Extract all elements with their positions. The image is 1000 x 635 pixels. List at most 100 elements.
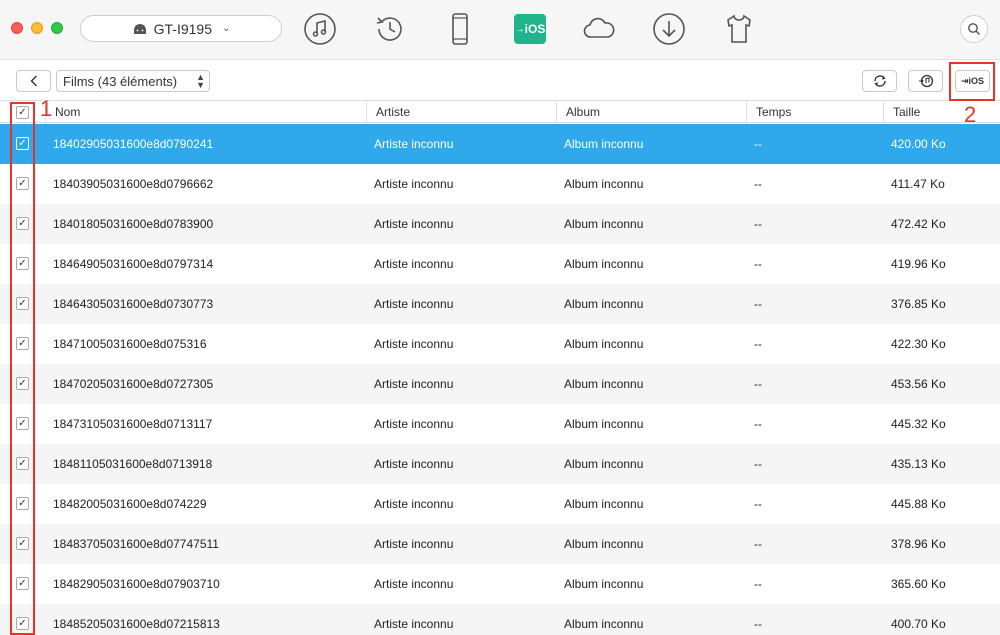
cell-time: -- bbox=[754, 137, 762, 151]
cell-album: Album inconnu bbox=[564, 337, 644, 351]
nav-device[interactable] bbox=[442, 11, 478, 47]
cell-artist: Artiste inconnu bbox=[374, 297, 454, 311]
cell-album: Album inconnu bbox=[564, 617, 644, 631]
cell-time: -- bbox=[754, 257, 762, 271]
table-row[interactable]: ✓ 18464305031600e8d0730773 Artiste incon… bbox=[0, 284, 1000, 324]
cell-size: 378.96 Ko bbox=[891, 537, 946, 551]
cell-size: 445.32 Ko bbox=[891, 417, 946, 431]
back-chevron-icon bbox=[30, 75, 37, 87]
cell-name: 18464905031600e8d0797314 bbox=[53, 257, 214, 271]
column-header-size[interactable]: Taille bbox=[893, 105, 920, 119]
tshirt-icon bbox=[727, 14, 751, 43]
cell-artist: Artiste inconnu bbox=[374, 217, 454, 231]
cell-time: -- bbox=[754, 217, 762, 231]
search-button[interactable] bbox=[960, 15, 988, 43]
cell-album: Album inconnu bbox=[564, 577, 644, 591]
updown-icon: ▲ ▼ bbox=[196, 72, 205, 90]
table-row[interactable]: ✓ 18482905031600e8d07903710 Artiste inco… bbox=[0, 564, 1000, 604]
table-row[interactable]: ✓ 18401805031600e8d0783900 Artiste incon… bbox=[0, 204, 1000, 244]
cell-time: -- bbox=[754, 617, 762, 631]
cell-artist: Artiste inconnu bbox=[374, 257, 454, 271]
annotation-highlight-to-ios bbox=[949, 62, 995, 101]
table-row[interactable]: ✓ 18402905031600e8d0790241 Artiste incon… bbox=[0, 124, 1000, 164]
cell-size: 420.00 Ko bbox=[891, 137, 946, 151]
column-header-artist[interactable]: Artiste bbox=[376, 105, 410, 119]
cell-artist: Artiste inconnu bbox=[374, 617, 454, 631]
cell-size: 472.42 Ko bbox=[891, 217, 946, 231]
cell-album: Album inconnu bbox=[564, 257, 644, 271]
cell-time: -- bbox=[754, 497, 762, 511]
cell-name: 18482005031600e8d074229 bbox=[53, 497, 207, 511]
category-label: Films (43 éléments) bbox=[63, 73, 178, 89]
cell-album: Album inconnu bbox=[564, 137, 644, 151]
column-separator bbox=[746, 101, 747, 123]
annotation-highlight-checkboxes bbox=[10, 102, 35, 635]
chevron-down-icon: ⌄ bbox=[221, 23, 231, 34]
minimize-window-button[interactable] bbox=[31, 22, 43, 34]
cell-album: Album inconnu bbox=[564, 177, 644, 191]
cell-album: Album inconnu bbox=[564, 497, 644, 511]
cell-time: -- bbox=[754, 457, 762, 471]
device-selector[interactable]: GT-I9195 ⌄ bbox=[80, 15, 282, 42]
table-row[interactable]: ✓ 18482005031600e8d074229 Artiste inconn… bbox=[0, 484, 1000, 524]
cell-artist: Artiste inconnu bbox=[374, 337, 454, 351]
cell-size: 376.85 Ko bbox=[891, 297, 946, 311]
nav-toolbox[interactable] bbox=[721, 11, 757, 47]
cell-name: 18482905031600e8d07903710 bbox=[53, 577, 220, 591]
history-icon bbox=[376, 17, 402, 41]
close-window-button[interactable] bbox=[11, 22, 23, 34]
cell-time: -- bbox=[754, 417, 762, 431]
nav-to-ios[interactable]: → iOS bbox=[514, 14, 546, 44]
cell-time: -- bbox=[754, 577, 762, 591]
back-button[interactable] bbox=[16, 70, 51, 92]
content-toolbar: Films (43 éléments) ▲ ▼ ⇥ iOS bbox=[0, 61, 1000, 100]
cell-artist: Artiste inconnu bbox=[374, 137, 454, 151]
nav-cloud[interactable] bbox=[581, 11, 617, 47]
music-icon bbox=[304, 13, 336, 45]
cell-time: -- bbox=[754, 537, 762, 551]
table-row[interactable]: ✓ 18473105031600e8d0713117 Artiste incon… bbox=[0, 404, 1000, 444]
table-row[interactable]: ✓ 18470205031600e8d0727305 Artiste incon… bbox=[0, 364, 1000, 404]
cell-name: 18464305031600e8d0730773 bbox=[53, 297, 214, 311]
cell-artist: Artiste inconnu bbox=[374, 417, 454, 431]
category-select[interactable]: Films (43 éléments) ▲ ▼ bbox=[56, 70, 210, 92]
nav-download[interactable] bbox=[651, 11, 687, 47]
android-icon bbox=[133, 23, 146, 34]
cell-size: 419.96 Ko bbox=[891, 257, 946, 271]
column-separator bbox=[366, 101, 367, 123]
zoom-window-button[interactable] bbox=[51, 22, 63, 34]
phone-icon bbox=[452, 13, 468, 45]
nav-history[interactable] bbox=[372, 11, 408, 47]
cell-time: -- bbox=[754, 177, 762, 191]
cell-time: -- bbox=[754, 297, 762, 311]
to-itunes-button[interactable] bbox=[908, 70, 943, 92]
column-header-name[interactable]: Nom bbox=[55, 105, 80, 119]
table-header: ✓ Nom Artiste Album Temps Taille bbox=[0, 100, 1000, 123]
cell-album: Album inconnu bbox=[564, 537, 644, 551]
refresh-icon bbox=[873, 75, 886, 87]
column-header-time[interactable]: Temps bbox=[756, 105, 791, 119]
cell-size: 365.60 Ko bbox=[891, 577, 946, 591]
cell-size: 411.47 Ko bbox=[891, 177, 945, 191]
download-icon bbox=[653, 13, 685, 45]
table-row[interactable]: ✓ 18464905031600e8d0797314 Artiste incon… bbox=[0, 244, 1000, 284]
cell-artist: Artiste inconnu bbox=[374, 177, 454, 191]
column-separator bbox=[556, 101, 557, 123]
cell-name: 18403905031600e8d0796662 bbox=[53, 177, 214, 191]
table-row[interactable]: ✓ 18485205031600e8d07215813 Artiste inco… bbox=[0, 604, 1000, 635]
title-bar: GT-I9195 ⌄ → iOS bbox=[0, 0, 1000, 60]
nav-music[interactable] bbox=[302, 11, 338, 47]
table-row[interactable]: ✓ 18481105031600e8d0713918 Artiste incon… bbox=[0, 444, 1000, 484]
cell-size: 435.13 Ko bbox=[891, 457, 946, 471]
annotation-step-1: 1 bbox=[40, 96, 53, 121]
cell-name: 18470205031600e8d0727305 bbox=[53, 377, 214, 391]
table-row[interactable]: ✓ 18403905031600e8d0796662 Artiste incon… bbox=[0, 164, 1000, 204]
search-icon bbox=[968, 23, 980, 35]
table-row[interactable]: ✓ 18483705031600e8d07747511 Artiste inco… bbox=[0, 524, 1000, 564]
cell-time: -- bbox=[754, 377, 762, 391]
column-header-album[interactable]: Album bbox=[566, 105, 600, 119]
refresh-button[interactable] bbox=[862, 70, 897, 92]
table-row[interactable]: ✓ 18471005031600e8d075316 Artiste inconn… bbox=[0, 324, 1000, 364]
cloud-icon bbox=[583, 17, 615, 38]
cell-album: Album inconnu bbox=[564, 217, 644, 231]
